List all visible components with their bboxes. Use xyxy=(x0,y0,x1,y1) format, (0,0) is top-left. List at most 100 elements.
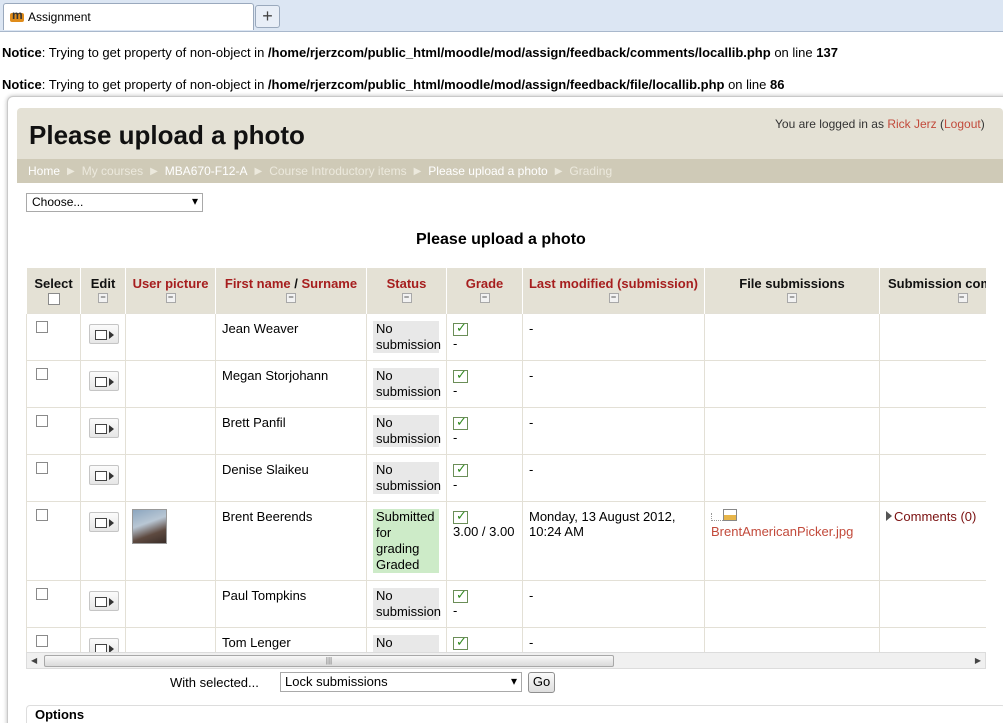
last-modified: - xyxy=(522,312,705,361)
select-cell xyxy=(26,500,81,581)
grade-edit-icon[interactable] xyxy=(453,414,468,430)
comments-link[interactable]: Comments (0) xyxy=(894,509,976,524)
last-modified: Monday, 13 August 2012, 10:24 AM xyxy=(522,500,705,581)
row-checkbox[interactable] xyxy=(36,320,48,333)
collapse-icon[interactable]: − xyxy=(165,293,176,303)
col-grade-label[interactable]: Grade xyxy=(466,276,504,291)
browser-tab[interactable]: Assignment xyxy=(3,3,254,30)
edit-cell xyxy=(80,312,126,361)
col-grade[interactable]: Grade − xyxy=(446,268,523,313)
grade-edit-icon[interactable] xyxy=(453,587,468,603)
student-name[interactable]: Jean Weaver xyxy=(215,312,367,361)
scrollbar-thumb[interactable]: ||| xyxy=(44,655,614,667)
student-name[interactable]: Tom Lenger xyxy=(215,626,367,652)
edit-menu-icon[interactable] xyxy=(89,323,119,344)
user-profile-link[interactable]: Rick Jerz xyxy=(887,117,936,131)
breadcrumb-section[interactable]: Course Introductory items xyxy=(269,164,406,178)
student-name[interactable]: Brett Panfil xyxy=(215,406,367,455)
notice-path: /home/rjerzcom/public_html/moodle/mod/as… xyxy=(267,45,771,60)
grade-edit-icon[interactable] xyxy=(453,508,468,524)
bulk-action-select[interactable]: Lock submissions xyxy=(280,672,522,692)
go-button[interactable]: Go xyxy=(528,672,555,693)
row-checkbox[interactable] xyxy=(36,367,48,380)
student-name[interactable]: Megan Storjohann xyxy=(215,359,367,408)
edit-menu-icon[interactable] xyxy=(89,637,119,652)
notice-text: on line xyxy=(770,45,817,60)
submitted-file-link[interactable]: BrentAmericanPicker.jpg xyxy=(711,524,853,539)
edit-menu-icon[interactable] xyxy=(89,417,119,438)
breadcrumb-my-courses[interactable]: My courses xyxy=(82,164,143,178)
table-row: Denise Slaikeu No submission - - xyxy=(26,453,986,502)
select-all-checkbox[interactable] xyxy=(47,293,60,305)
collapse-icon[interactable]: − xyxy=(286,293,296,303)
grade-edit-icon[interactable] xyxy=(453,320,468,336)
grade-edit-icon[interactable] xyxy=(453,367,468,383)
collapse-icon[interactable]: − xyxy=(98,293,108,303)
row-checkbox[interactable] xyxy=(36,587,48,600)
breadcrumb-separator-icon: ▶ xyxy=(413,165,422,177)
last-modified: - xyxy=(522,579,705,628)
grade-edit-icon[interactable] xyxy=(453,461,468,477)
row-checkbox[interactable] xyxy=(36,461,48,474)
select-cell xyxy=(26,626,81,652)
select-cell xyxy=(26,453,81,502)
col-picture-label[interactable]: User picture xyxy=(133,276,209,291)
status-cell: No submission xyxy=(366,406,447,455)
breadcrumb-separator-icon: ▶ xyxy=(554,165,563,177)
browser-tab-strip: Assignment + xyxy=(0,0,1003,32)
collapse-icon[interactable]: − xyxy=(958,293,968,303)
new-tab-button[interactable]: + xyxy=(255,5,280,28)
notice-text: : Trying to get property of non-object i… xyxy=(41,77,268,92)
breadcrumb-assignment[interactable]: Please upload a photo xyxy=(428,164,547,178)
student-name[interactable]: Paul Tompkins xyxy=(215,579,367,628)
avatar[interactable] xyxy=(132,508,167,544)
jump-to-select[interactable]: Choose... xyxy=(26,193,203,212)
edit-menu-icon[interactable] xyxy=(89,370,119,391)
file-cell xyxy=(704,312,880,361)
scroll-right-icon[interactable]: ▶ xyxy=(975,656,981,665)
breadcrumb-course[interactable]: MBA670-F12-A xyxy=(165,164,248,178)
grading-table-viewport: Select Edit − User picture − First name / … xyxy=(26,268,986,652)
student-name[interactable]: Denise Slaikeu xyxy=(215,453,367,502)
grade-value: - xyxy=(453,429,458,445)
col-edit-label: Edit xyxy=(90,276,116,291)
edit-menu-icon[interactable] xyxy=(89,511,119,532)
grade-cell: - xyxy=(446,359,523,408)
row-checkbox[interactable] xyxy=(36,414,48,427)
col-user-picture[interactable]: User picture − xyxy=(125,268,216,313)
grading-table: Select Edit − User picture − First name / … xyxy=(26,268,986,652)
col-last-modified-label[interactable]: Last modified (submission) xyxy=(529,276,698,291)
col-last-modified[interactable]: Last modified (submission) − xyxy=(522,268,705,313)
notice-line: 137 xyxy=(816,45,838,60)
breadcrumb-separator-icon: ▶ xyxy=(254,165,263,177)
notice-label: Notice xyxy=(2,45,42,60)
select-cell xyxy=(26,579,81,628)
horizontal-scrollbar[interactable]: ◀ ||| ▶ xyxy=(26,652,986,669)
collapse-icon[interactable]: − xyxy=(608,293,619,303)
edit-menu-icon[interactable] xyxy=(89,464,119,485)
col-file-submissions: File submissions − xyxy=(704,268,880,313)
expand-comments-icon[interactable] xyxy=(886,510,892,521)
row-checkbox[interactable] xyxy=(36,634,48,647)
collapse-icon[interactable]: − xyxy=(787,293,797,303)
sort-surname-link[interactable]: Surname xyxy=(301,276,357,291)
col-status-label[interactable]: Status xyxy=(387,276,427,291)
edit-menu-icon[interactable] xyxy=(89,590,119,611)
php-notice: Notice: Trying to get property of non-ob… xyxy=(2,77,784,92)
last-modified: - xyxy=(522,626,705,652)
comments-cell: Comments (0) xyxy=(879,500,986,581)
last-modified: - xyxy=(522,453,705,502)
logout-link[interactable]: Logout xyxy=(944,117,981,131)
col-status[interactable]: Status − xyxy=(366,268,447,313)
breadcrumb-home[interactable]: Home xyxy=(28,164,60,178)
breadcrumb: Home ▶ My courses ▶ MBA670-F12-A ▶ Cours… xyxy=(17,159,1003,183)
grade-edit-icon[interactable] xyxy=(453,634,468,650)
collapse-icon[interactable]: − xyxy=(479,293,490,303)
sort-first-name-link[interactable]: First name xyxy=(225,276,291,291)
col-name: First name / Surname − xyxy=(215,268,367,313)
scroll-left-icon[interactable]: ◀ xyxy=(31,656,37,665)
row-checkbox[interactable] xyxy=(36,508,48,521)
student-name[interactable]: Brent Beerends xyxy=(215,500,367,581)
collapse-icon[interactable]: − xyxy=(401,293,412,303)
options-fieldset xyxy=(26,705,1003,723)
